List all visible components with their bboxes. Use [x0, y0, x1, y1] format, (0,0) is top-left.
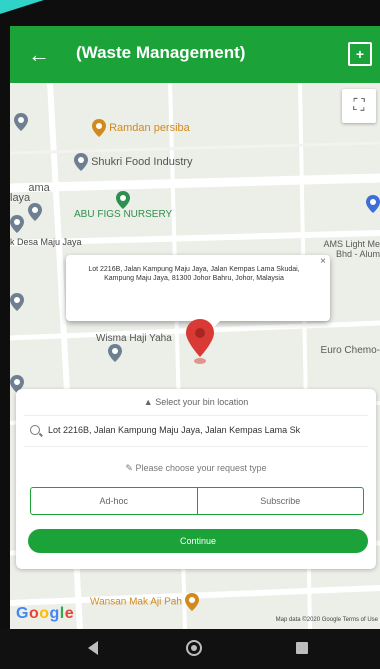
- request-type-hint: ✎ Please choose your request type: [16, 463, 376, 474]
- place-pin-icon: [74, 153, 88, 171]
- poi-label: Shukri Food Industry: [91, 156, 193, 168]
- search-value: Lot 2216B, Jalan Kampung Maju Jaya, Jala…: [48, 425, 301, 435]
- map-attribution[interactable]: Map data ©2020 Google Terms of Use: [276, 617, 378, 623]
- poi-label: Euro Chemo-: [320, 345, 380, 356]
- location-marker-icon[interactable]: [186, 319, 214, 365]
- nav-home-icon[interactable]: [186, 640, 202, 656]
- adhoc-option[interactable]: Ad-hoc: [31, 488, 197, 514]
- map-poi-wansan[interactable]: Wansan Mak Aji Pah: [90, 593, 199, 611]
- request-type-hint-text: Please choose your request type: [135, 463, 267, 473]
- fullscreen-icon: ⛶: [353, 97, 365, 114]
- map-poi-shukri[interactable]: Shukri Food Industry: [74, 153, 193, 171]
- arrow-left-icon: ←: [28, 42, 50, 67]
- map-poi-pin-3[interactable]: [10, 293, 24, 311]
- google-logo: Google: [16, 605, 75, 622]
- place-pin-icon: [366, 195, 380, 213]
- info-address: Lot 2216B, Jalan Kampung Maju Jaya, Jala…: [88, 266, 300, 282]
- place-pin-icon: [10, 215, 24, 233]
- app-bar: ← (Waste Management) +: [10, 26, 380, 83]
- pencil-icon: ✎: [125, 463, 133, 473]
- map-poi-ramdan[interactable]: Ramdan persiba: [92, 119, 190, 137]
- map-poi-euro[interactable]: Euro Chemo-: [321, 345, 380, 356]
- poi-label: Wansan Mak Aji Pah: [90, 596, 182, 608]
- map-poi-pin-2[interactable]: [10, 215, 24, 233]
- location-arrow-icon: ▲: [143, 397, 153, 407]
- place-pin-icon: [14, 113, 28, 131]
- poi-label: ama laya: [10, 182, 50, 205]
- place-pin-icon: [10, 293, 24, 311]
- location-sheet: ▲ Select your bin location Lot 2216B, Ja…: [16, 389, 376, 569]
- map-poi-abu-figs[interactable]: ABU FIGS NURSERY: [74, 191, 172, 220]
- nav-back-icon[interactable]: [88, 641, 98, 655]
- food-pin-icon: [92, 119, 106, 137]
- location-search-input[interactable]: Lot 2216B, Jalan Kampung Maju Jaya, Jala…: [24, 415, 368, 447]
- nursery-pin-icon: [116, 191, 131, 209]
- place-pin-icon: [108, 344, 122, 362]
- system-nav-bar: [0, 629, 380, 669]
- nav-recent-icon[interactable]: [296, 642, 308, 654]
- poi-label: k Desa Maju Jaya: [10, 237, 82, 247]
- teal-corner-accent: [0, 0, 44, 14]
- action-button[interactable]: +: [348, 42, 372, 66]
- plus-box-icon: +: [355, 46, 365, 62]
- poi-label: AMS Light Me Bhd - Alum: [323, 239, 380, 259]
- map-view[interactable]: ⛶ Ramdan persiba Shukri Food Industry am…: [10, 83, 380, 629]
- place-pin-icon: [28, 203, 43, 222]
- fullscreen-button[interactable]: ⛶: [342, 89, 376, 123]
- marker-info-window[interactable]: Lot 2216B, Jalan Kampung Maju Jaya, Jala…: [66, 255, 330, 329]
- map-poi-pin-1[interactable]: [14, 113, 28, 131]
- continue-button[interactable]: Continue: [28, 529, 368, 553]
- sheet-hint: ▲ Select your bin location: [16, 397, 376, 407]
- close-icon[interactable]: ×: [320, 257, 326, 267]
- app-screen: ← (Waste Management) + ⛶ Ramdan persiba …: [10, 26, 380, 629]
- page-title: (Waste Management): [76, 43, 246, 62]
- poi-label: Wisma Haji Yaha: [96, 333, 172, 344]
- poi-label: Ramdan persiba: [109, 122, 190, 134]
- back-button[interactable]: ←: [26, 42, 52, 68]
- subscribe-option[interactable]: Subscribe: [196, 488, 364, 514]
- poi-label: ABU FIGS NURSERY: [74, 209, 173, 220]
- request-type-selector: Ad-hoc Subscribe: [30, 487, 364, 515]
- sheet-hint-text: Select your bin location: [155, 397, 249, 407]
- food-pin-icon: [184, 593, 199, 611]
- map-poi-wisma[interactable]: Wisma Haji Yaha: [96, 333, 172, 362]
- search-icon: [30, 425, 40, 435]
- map-road-label: k Desa Maju Jaya: [10, 237, 82, 247]
